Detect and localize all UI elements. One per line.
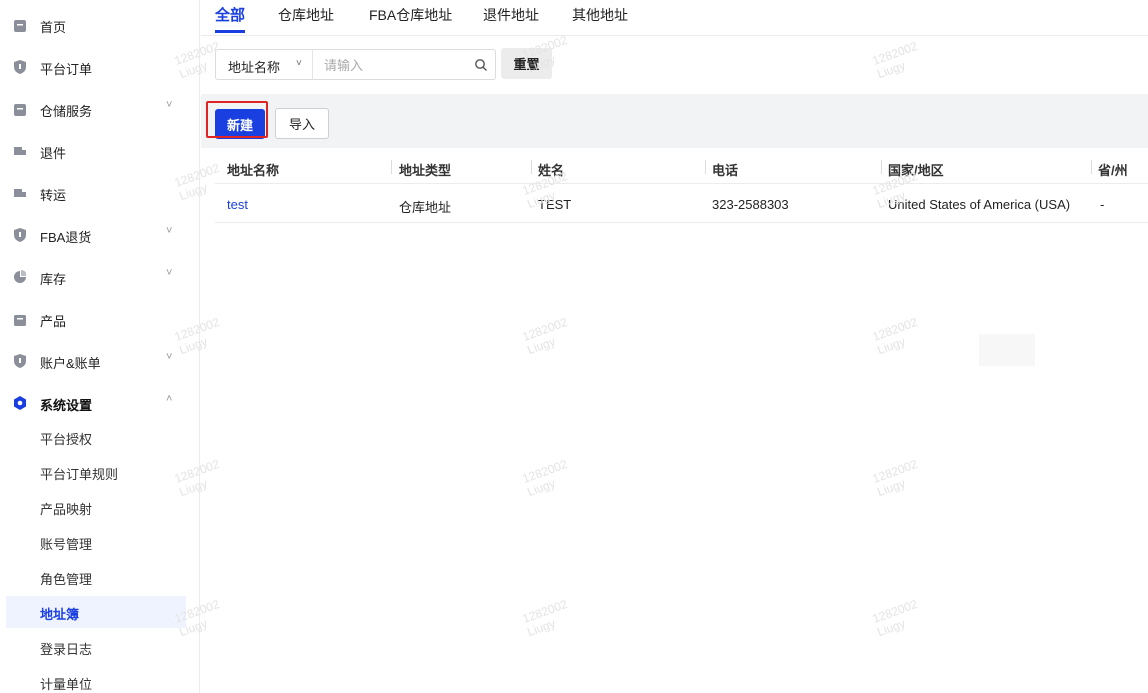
sidebar-item-label: 系统设置	[40, 398, 93, 413]
sidebar-subitem-label: 地址簿	[40, 607, 80, 622]
sidebar-subitem-label: 平台订单规则	[40, 467, 119, 482]
tab-active-indicator	[215, 30, 245, 33]
sidebar-item-products[interactable]: 产品	[0, 299, 200, 339]
table-header: 地址名称 地址类型 姓名 电话 国家/地区 省/州	[215, 150, 1148, 184]
column-divider	[881, 160, 882, 174]
reset-button[interactable]: 重置	[501, 48, 552, 79]
cell-province: -	[1100, 197, 1105, 212]
sidebar-item-label: 首页	[40, 20, 67, 35]
sidebar-subitem-label: 计量单位	[40, 677, 93, 692]
sidebar-item-home[interactable]: 首页	[0, 5, 200, 45]
chevron-up-icon[interactable]: ˄	[166, 393, 172, 405]
truck-icon	[14, 189, 26, 197]
import-button[interactable]: 导入	[275, 108, 329, 139]
sidebar-subitem-label: 平台授权	[40, 432, 93, 447]
sidebar-subitem-role-management[interactable]: 角色管理	[0, 561, 200, 593]
cell-address-type: 仓库地址	[399, 200, 452, 215]
chevron-down-icon[interactable]: ˅	[296, 58, 302, 69]
sidebar-subitem-product-mapping[interactable]: 产品映射	[0, 491, 200, 523]
sidebar-item-platform-orders[interactable]: 平台订单	[0, 47, 200, 87]
search-filter: 地址名称 ˅	[215, 49, 496, 80]
column-divider	[1091, 160, 1092, 174]
chevron-down-icon[interactable]: ˅	[166, 351, 172, 363]
home-icon	[14, 104, 26, 116]
loading-placeholder	[979, 334, 1035, 366]
home-icon	[14, 20, 26, 32]
cell-name: TEST	[538, 197, 572, 212]
column-header-address-name: 地址名称	[227, 163, 280, 178]
tab-return-address[interactable]: 退件地址	[483, 5, 539, 25]
sidebar-subitem-label: 角色管理	[40, 572, 93, 587]
table-row: test 仓库地址 TEST 323-2588303 United States…	[215, 185, 1148, 223]
sidebar-item-returns[interactable]: 退件	[0, 131, 200, 171]
sidebar-subitem-label: 登录日志	[40, 642, 93, 657]
tab-warehouse-address[interactable]: 仓库地址	[278, 5, 334, 25]
column-header-address-type: 地址类型	[399, 163, 452, 178]
sidebar-subitem-label: 账号管理	[40, 537, 93, 552]
tab-fba-warehouse-address[interactable]: FBA仓库地址	[369, 5, 452, 25]
address-tabs: 全部 仓库地址 FBA仓库地址 退件地址 其他地址	[201, 0, 1148, 36]
sidebar-item-label: 账户&账单	[40, 356, 101, 371]
shield-icon	[14, 228, 26, 242]
search-input[interactable]	[324, 55, 464, 75]
cell-country: United States of America (USA)	[888, 197, 1071, 212]
sidebar-item-transshipment[interactable]: 转运	[0, 173, 200, 213]
column-header-country: 国家/地区	[888, 163, 944, 178]
toolbar	[201, 94, 1148, 148]
filter-divider	[312, 50, 313, 79]
shield-icon	[14, 354, 26, 368]
sidebar-item-label: 产品	[40, 314, 67, 329]
sidebar-subitem-order-rules[interactable]: 平台订单规则	[0, 456, 200, 488]
sidebar-item-account-billing[interactable]: 账户&账单 ˅	[0, 341, 200, 381]
sidebar-subitem-units[interactable]: 计量单位	[0, 666, 200, 693]
sidebar-subitem-account-management[interactable]: 账号管理	[0, 526, 200, 558]
sidebar-item-label: 平台订单	[40, 62, 93, 77]
sidebar-item-inventory[interactable]: 库存 ˅	[0, 257, 200, 297]
sidebar-subitem-label: 产品映射	[40, 502, 93, 517]
sidebar-item-label: 转运	[40, 188, 67, 203]
column-divider	[391, 160, 392, 174]
chevron-down-icon[interactable]: ˅	[166, 267, 172, 279]
column-divider	[705, 160, 706, 174]
sidebar-subitem-platform-auth[interactable]: 平台授权	[0, 421, 200, 453]
truck-icon	[14, 147, 26, 155]
new-button[interactable]: 新建	[215, 109, 265, 139]
search-icon[interactable]	[474, 58, 488, 72]
column-divider	[531, 160, 532, 174]
sidebar: 首页 平台订单 仓储服务 ˅ 退件 转运 FBA退货 ˅ 库存 ˅ 产品 账户&…	[0, 0, 200, 693]
filter-field-select[interactable]: 地址名称	[228, 57, 280, 76]
sidebar-subitem-login-log[interactable]: 登录日志	[0, 631, 200, 663]
column-header-phone: 电话	[712, 163, 739, 178]
column-header-name: 姓名	[538, 163, 565, 178]
sidebar-item-fba-returns[interactable]: FBA退货 ˅	[0, 215, 200, 255]
sidebar-item-label: 库存	[40, 272, 67, 287]
cell-phone: 323-2588303	[712, 197, 789, 212]
sidebar-item-label: FBA退货	[40, 230, 92, 245]
sidebar-subitem-address-book[interactable]: 地址簿	[6, 596, 186, 628]
main-content: 全部 仓库地址 FBA仓库地址 退件地址 其他地址 地址名称 ˅ 重置 新建 导…	[201, 0, 1148, 693]
sidebar-item-warehouse-services[interactable]: 仓储服务 ˅	[0, 89, 200, 129]
pie-chart-icon	[14, 270, 26, 283]
chevron-down-icon[interactable]: ˅	[166, 225, 172, 237]
tab-other-address[interactable]: 其他地址	[572, 5, 628, 25]
shield-icon	[14, 60, 26, 74]
address-name-link[interactable]: test	[227, 197, 248, 212]
column-header-province: 省/州	[1098, 163, 1128, 178]
sidebar-item-system-settings[interactable]: 系统设置 ˄	[0, 383, 200, 423]
sidebar-item-label: 仓储服务	[40, 104, 93, 119]
tab-all[interactable]: 全部	[215, 4, 245, 25]
chevron-down-icon[interactable]: ˅	[166, 99, 172, 111]
bag-icon	[14, 315, 26, 326]
sidebar-item-label: 退件	[40, 146, 67, 161]
hexagon-icon	[14, 396, 26, 410]
